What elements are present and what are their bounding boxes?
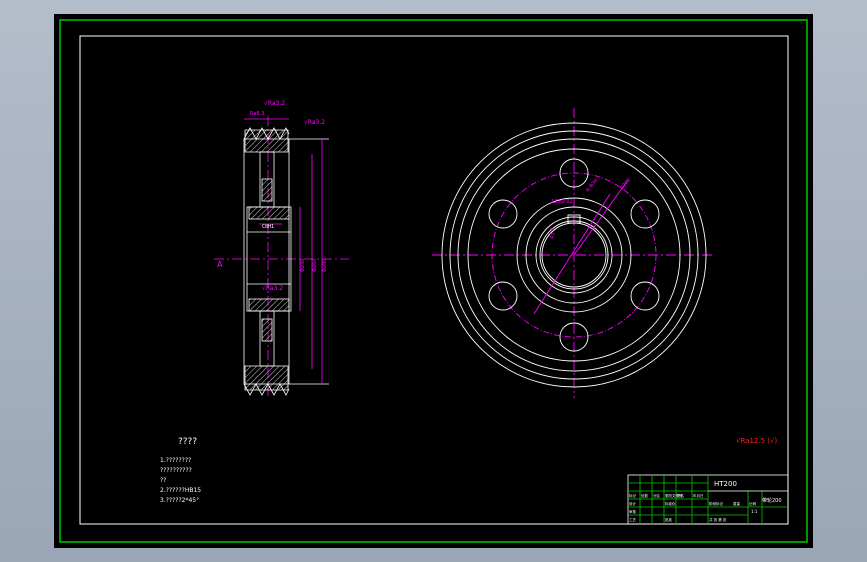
note-5: 3.?????2*45°	[160, 497, 199, 504]
row-label-2: 处数	[641, 493, 649, 498]
label-dia1: Φ230	[300, 259, 306, 272]
design-label: 设计	[629, 501, 637, 506]
standard-label: 标准化	[665, 501, 676, 506]
section-view	[214, 116, 349, 399]
label-top-surface: √Ra3.2	[264, 100, 285, 107]
title-part-name: 带轮200	[762, 497, 782, 504]
rim-outline	[243, 138, 290, 385]
note-1: 1.????????	[160, 457, 191, 464]
roughness-note: √Ra12.5 (√)	[736, 437, 777, 445]
check-label: 审核	[629, 509, 637, 514]
front-view	[432, 108, 714, 398]
inner-drawing-frame	[79, 35, 789, 525]
row-label-6: 年月日	[693, 493, 704, 498]
rim-hatch-top	[244, 129, 289, 153]
cad-drawing-viewport[interactable]: √Ra3.2 √Ra3.2 Ra6.3 √Ra3.2 C8H1 A Φ230 Φ…	[54, 14, 813, 548]
approve-label: 批准	[665, 517, 673, 522]
row-label-5: 签名	[677, 493, 684, 498]
hub-hatch-top	[248, 206, 290, 220]
web-hole-2	[630, 199, 660, 229]
note-3: ??	[160, 477, 166, 484]
row-label-1: 标记	[629, 493, 637, 498]
stage-label: 阶段标记	[709, 501, 723, 506]
web-hole-bottom	[261, 318, 273, 342]
sheet-info: 共 张 第 张	[709, 517, 727, 522]
label-keyway-width: 12±0.02	[551, 199, 573, 205]
web-hole-3	[630, 281, 660, 311]
rim-hatch-bottom	[244, 365, 289, 391]
scale-value: 1:1	[751, 509, 758, 514]
ratio-label: 比例	[749, 501, 757, 506]
note-2: ??????????	[160, 467, 192, 474]
weight-label: 重量	[733, 501, 741, 506]
craft-label: 工艺	[629, 517, 637, 522]
web-hole-top	[261, 178, 273, 202]
label-left-datum: A	[217, 260, 223, 269]
hub-hatch-bottom	[248, 298, 290, 312]
title-material: HT200	[714, 480, 737, 488]
label-keyway-depth: 43.3	[550, 228, 556, 239]
label-bolt-circle: Φ200	[619, 177, 632, 191]
row-label-3: 分区	[653, 493, 661, 498]
label-dia2: Φ260	[312, 259, 318, 272]
label-key: C8H1	[262, 224, 274, 230]
drawing-sheet: √Ra3.2 √Ra3.2 Ra6.3 √Ra3.2 C8H1 A Φ230 Φ…	[59, 19, 808, 543]
notes-title: ????	[178, 437, 197, 447]
label-hub-surface: √Ra3.2	[262, 285, 283, 292]
label-holes: 6-Φ30	[585, 178, 599, 194]
note-4: 2.??????HB15	[160, 487, 201, 494]
label-width-top: Ra6.3	[250, 111, 264, 117]
label-dia3: Φ280	[322, 259, 328, 272]
label-right-surface: √Ra3.2	[304, 119, 325, 126]
